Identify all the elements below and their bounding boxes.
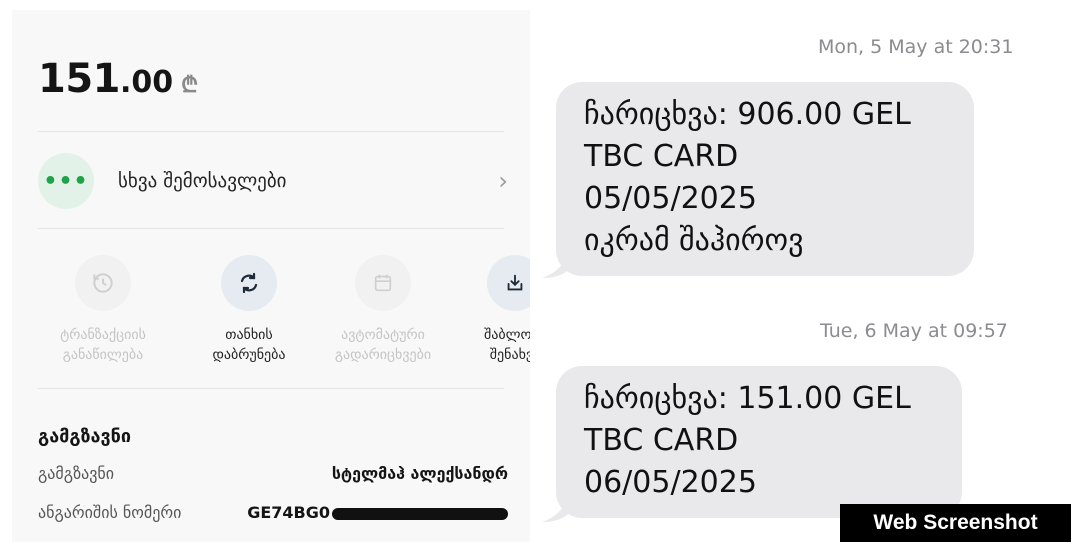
transaction-icon [75, 255, 131, 311]
action-label-line2: შენახვა [489, 347, 530, 363]
other-income-row[interactable]: ••• სხვა შემოსავლები › [38, 153, 508, 209]
sms-bubble: ჩარიცხვა: 151.00 GEL TBC CARD 06/05/2025 [556, 366, 962, 518]
bank-transaction-panel: 151 .00 ₾ ••• სხვა შემოსავლები › ტრანზაქ… [12, 10, 530, 542]
account-row: ანგარიშის ნომერი GE74BG0 [38, 503, 508, 522]
refund-icon [221, 255, 277, 311]
sms-timestamp: Mon, 5 May at 20:31 [818, 36, 1014, 58]
sender-label: გამგზავნი [38, 464, 115, 483]
action-auto-transfers: ავტომატური გადარიცხვები [318, 255, 448, 365]
sms-line: ჩარიცხვა: 906.00 GEL [584, 97, 911, 132]
action-label-line1: ავტომატური [341, 327, 425, 343]
sms-timestamp: Tue, 6 May at 09:57 [820, 320, 1008, 342]
action-label-line1: ტრანზაქციის [60, 327, 146, 343]
amount-display: 151 .00 ₾ [38, 56, 198, 102]
sms-line: იკრამ შაჰიროვ [584, 223, 804, 258]
action-label-line2: გადარიცხვები [334, 347, 432, 363]
action-save-template[interactable]: შაბლონა შენახვა [450, 255, 530, 365]
sms-line: TBC CARD [584, 423, 739, 458]
calendar-icon [355, 255, 411, 311]
action-label-line1: შაბლონა [484, 327, 530, 343]
amount-decimal: .00 [120, 65, 174, 100]
action-transaction-split: ტრანზაქციის განაწილება [38, 255, 168, 365]
download-icon [487, 255, 530, 311]
sender-row: გამგზავნი სტელმაჰ ალექსანდრ [38, 464, 508, 483]
sender-value: სტელმაჰ ალექსანდრ [331, 464, 508, 483]
redaction-mark [332, 507, 508, 520]
account-value: GE74BG0 [247, 503, 330, 522]
chevron-right-icon: › [498, 167, 508, 195]
sms-line: TBC CARD [584, 139, 739, 174]
other-income-label: სხვა შემოსავლები [118, 170, 287, 192]
sender-section-title: გამგზავნი [38, 426, 131, 447]
watermark-label: Web Screenshot [840, 504, 1071, 542]
action-buttons: ტრანზაქციის განაწილება თანხის დაბრუნება [38, 255, 530, 385]
divider [38, 228, 504, 229]
divider [38, 388, 504, 389]
action-label-line1: თანხის [225, 327, 273, 343]
action-refund[interactable]: თანხის დაბრუნება [184, 255, 314, 365]
account-label: ანგარიშის ნომერი [38, 503, 182, 522]
action-label-line2: დაბრუნება [212, 347, 286, 363]
action-label-line2: განაწილება [62, 347, 144, 363]
sms-line: 06/05/2025 [584, 465, 757, 500]
sms-line: 05/05/2025 [584, 181, 757, 216]
sms-bubble: ჩარიცხვა: 906.00 GEL TBC CARD 05/05/2025… [556, 82, 974, 276]
sms-line: ჩარიცხვა: 151.00 GEL [584, 381, 911, 416]
more-dots-icon: ••• [38, 153, 94, 209]
amount-integer: 151 [38, 56, 121, 102]
divider [38, 131, 504, 132]
lari-icon: ₾ [181, 73, 199, 98]
